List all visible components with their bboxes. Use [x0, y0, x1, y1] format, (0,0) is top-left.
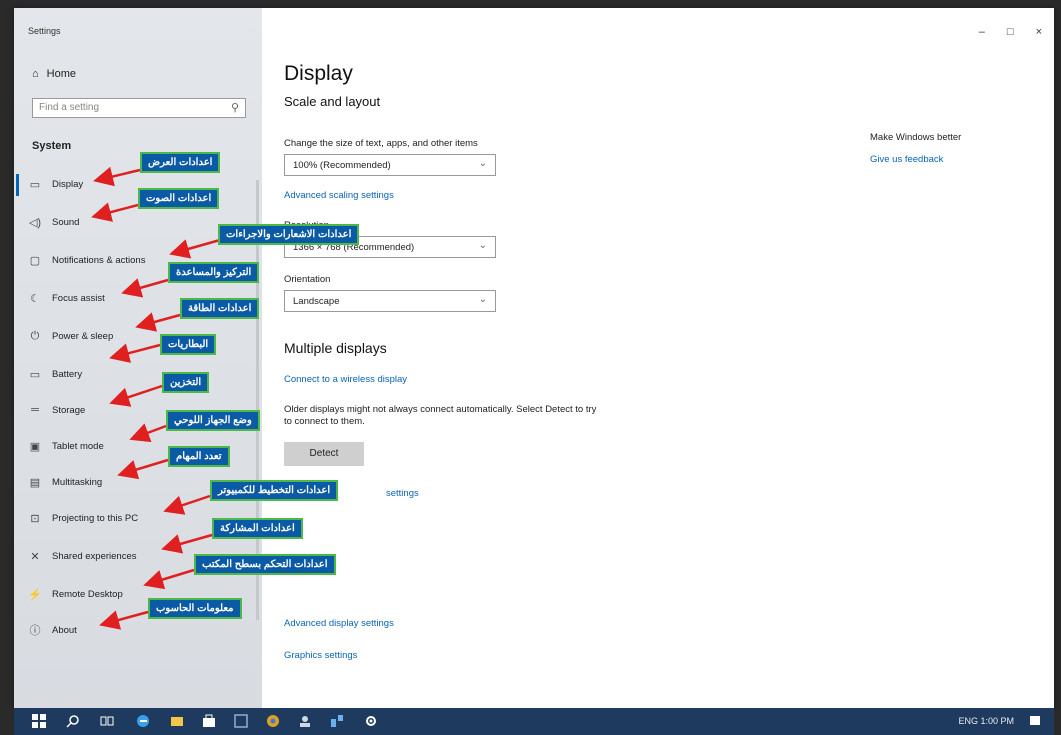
- network-app-icon[interactable]: [330, 714, 344, 728]
- arrow-focus: [121, 278, 169, 298]
- start-icon[interactable]: [32, 714, 46, 728]
- annotation-tablet-mode: وضع الجهاز اللوحي: [166, 410, 260, 431]
- edge-icon[interactable]: [136, 714, 150, 728]
- arrow-shared: [161, 533, 213, 554]
- arrow-battery: [109, 343, 161, 363]
- file-explorer-icon[interactable]: [170, 714, 184, 728]
- annotation-battery: البطاريات: [160, 334, 217, 355]
- arrow-tablet: [129, 423, 167, 443]
- taskbar: ENG 1:00 PM: [14, 708, 1054, 735]
- annotation-shared: اعدادات المشاركة: [212, 518, 303, 539]
- arrow-display: [93, 166, 141, 187]
- search-icon[interactable]: [66, 714, 80, 728]
- arrow-about: [99, 610, 149, 630]
- arrow-notifications: [169, 238, 221, 259]
- annotation-display: اعدادات العرض: [140, 152, 221, 173]
- annotation-storage: التخزين: [162, 372, 210, 393]
- annotation-arrows: [91, 166, 221, 630]
- chrome-icon[interactable]: [266, 714, 280, 728]
- annotation-multitasking: تعدد المهام: [168, 446, 230, 467]
- arrow-remote: [143, 568, 195, 590]
- app-icon[interactable]: [234, 714, 248, 728]
- notification-center-icon[interactable]: [1028, 714, 1042, 728]
- settings-gear-icon[interactable]: [364, 714, 378, 728]
- annotation-focus-assist: التركيز والمساعدة: [168, 262, 260, 283]
- annotation-sound: اعدادات الصوت: [138, 188, 220, 209]
- task-view-icon[interactable]: [100, 714, 114, 728]
- system-tray[interactable]: ENG 1:00 PM: [958, 716, 1014, 726]
- annotation-about: معلومات الحاسوب: [148, 598, 242, 619]
- arrow-multitasking: [117, 458, 169, 480]
- annotation-projecting: اعدادات التخطيط للكمبيوتر: [210, 480, 339, 501]
- annotation-notifications: اعدادات الاشعارات والاجراءات: [218, 224, 360, 245]
- arrow-sound: [91, 202, 139, 222]
- annotation-remote-desktop: اعدادات التحكم بسطح المكتب: [194, 554, 336, 575]
- store-icon[interactable]: [202, 714, 216, 728]
- annotation-power: اعدادات الطاقة: [180, 298, 260, 319]
- arrow-projecting: [163, 494, 211, 515]
- arrow-storage: [109, 384, 163, 407]
- user-icon[interactable]: [298, 714, 312, 728]
- arrow-power: [135, 312, 181, 332]
